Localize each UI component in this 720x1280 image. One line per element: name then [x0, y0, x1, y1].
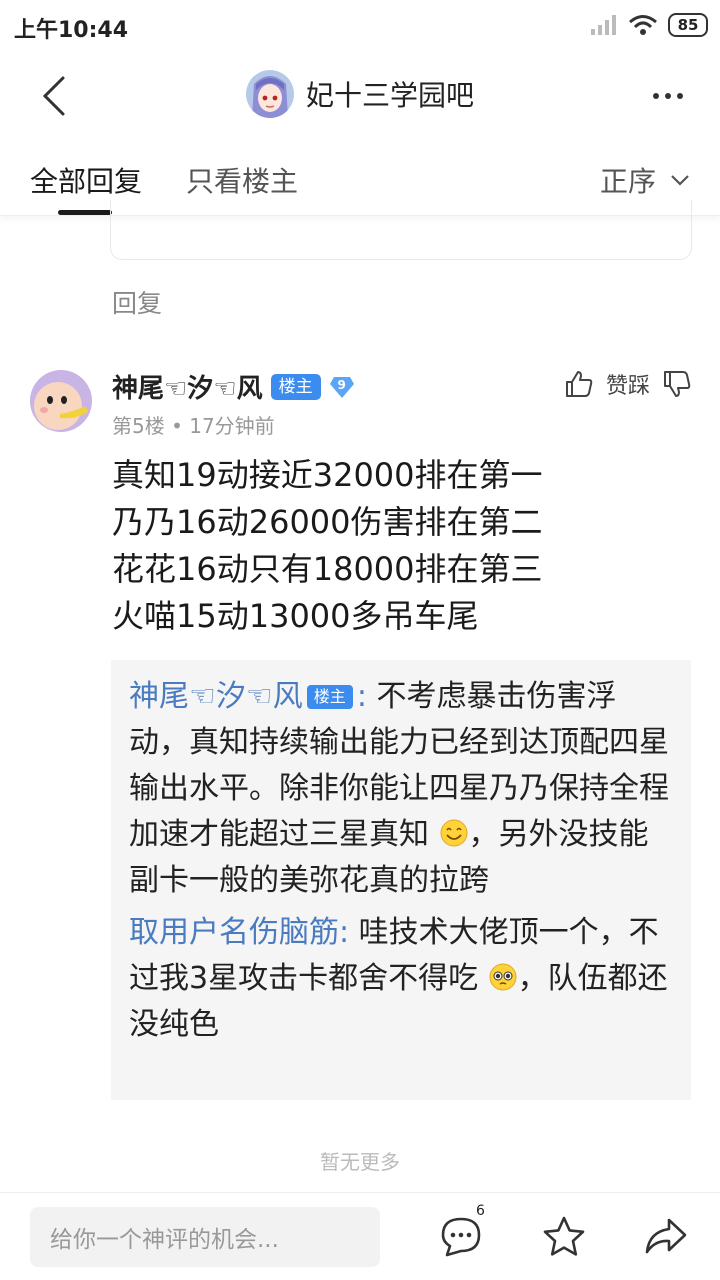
tab-owner-only[interactable]: 只看楼主 [186, 160, 298, 200]
more-dot [677, 93, 683, 99]
more-dot [665, 93, 671, 99]
sub-reply-username[interactable]: 神尾☜汐☜风 [129, 679, 303, 714]
thumbs-down-icon[interactable] [662, 369, 692, 399]
post-line: 花花16动只有18000排在第三 [112, 550, 543, 588]
thumbs-up-icon[interactable] [564, 369, 594, 399]
forum-avatar [245, 70, 294, 118]
forum-title: 妃十三学园吧 [305, 79, 474, 112]
sort-label: 正序 [599, 165, 656, 198]
status-time: 上午10:44 [14, 18, 129, 43]
sub-reply[interactable]: 取用户名伤脑筋: 哇技术大佬顶一个，不过我3星攻击卡都舍不得吃 ，队伍都还没纯色 [129, 910, 673, 1048]
sub-replies[interactable]: 神尾☜汐☜风 楼主: 不考虑暴击伤害浮动，真知持续输出能力已经到达顶配四星输出水平… [111, 660, 691, 1100]
star-icon [543, 1216, 585, 1256]
comment-icon [441, 1217, 481, 1257]
sub-reply[interactable]: 神尾☜汐☜风 楼主: 不考虑暴击伤害浮动，真知持续输出能力已经到达顶配四星输出水平… [129, 674, 673, 904]
wifi-icon [629, 15, 657, 35]
share-button[interactable] [642, 1213, 690, 1261]
signal-icon [591, 15, 616, 35]
share-icon [645, 1218, 687, 1254]
owner-badge: 楼主 [270, 373, 321, 400]
vote-label: 赞踩 [605, 374, 650, 399]
sort-dropdown[interactable]: 正序 [600, 160, 690, 200]
forum-title-group[interactable]: 妃十三学园吧 [0, 70, 720, 118]
user-avatar[interactable] [30, 370, 92, 432]
tab-all-replies[interactable]: 全部回复 [30, 160, 142, 200]
status-bar: 上午10:44 85 [0, 0, 720, 52]
more-button[interactable] [640, 74, 696, 118]
battery-icon: 85 [668, 13, 708, 37]
comment-button[interactable] [437, 1213, 485, 1261]
post-body: 真知19动接近32000排在第一 乃乃16动26000伤害排在第二 花花16动只… [112, 452, 692, 640]
sub-reply-username[interactable]: 取用户名伤脑筋 [129, 915, 339, 950]
post-line: 真知19动接近32000排在第一 [112, 456, 543, 494]
no-more-text: 暂无更多 [320, 1150, 400, 1174]
post-line: 火喵15动13000多吊车尾 [112, 597, 479, 635]
bottom-bar: 给你一个神评的机会... 6 [0, 1192, 720, 1280]
vote-group: 赞踩 [564, 368, 692, 400]
comment-input[interactable]: 给你一个神评的机会... [30, 1207, 380, 1267]
post-line: 乃乃16动26000伤害排在第二 [112, 503, 543, 541]
pleading-emoji-icon [489, 963, 517, 991]
nav-bar: 妃十三学园吧 [0, 52, 720, 140]
comment-count: 6 [476, 1203, 485, 1219]
colon: : [339, 915, 350, 950]
smile-emoji-icon [440, 819, 468, 847]
level-number: 9 [337, 377, 346, 392]
post-header: 神尾☜汐☜风 楼主 9 [112, 368, 355, 405]
favorite-button[interactable] [540, 1213, 588, 1261]
post-username[interactable]: 神尾☜汐☜风 [112, 368, 263, 405]
status-icons: 85 [590, 12, 708, 38]
colon: : [356, 679, 367, 714]
level-badge: 9 [329, 374, 355, 400]
post-meta: 第5楼 • 17分钟前 [112, 414, 275, 438]
previous-reply-card [110, 200, 692, 260]
chevron-down-icon [671, 175, 689, 186]
active-tab-indicator [58, 210, 112, 215]
reply-button[interactable]: 回复 [112, 284, 162, 320]
owner-badge: 楼主 [306, 685, 353, 709]
more-dot [653, 93, 659, 99]
